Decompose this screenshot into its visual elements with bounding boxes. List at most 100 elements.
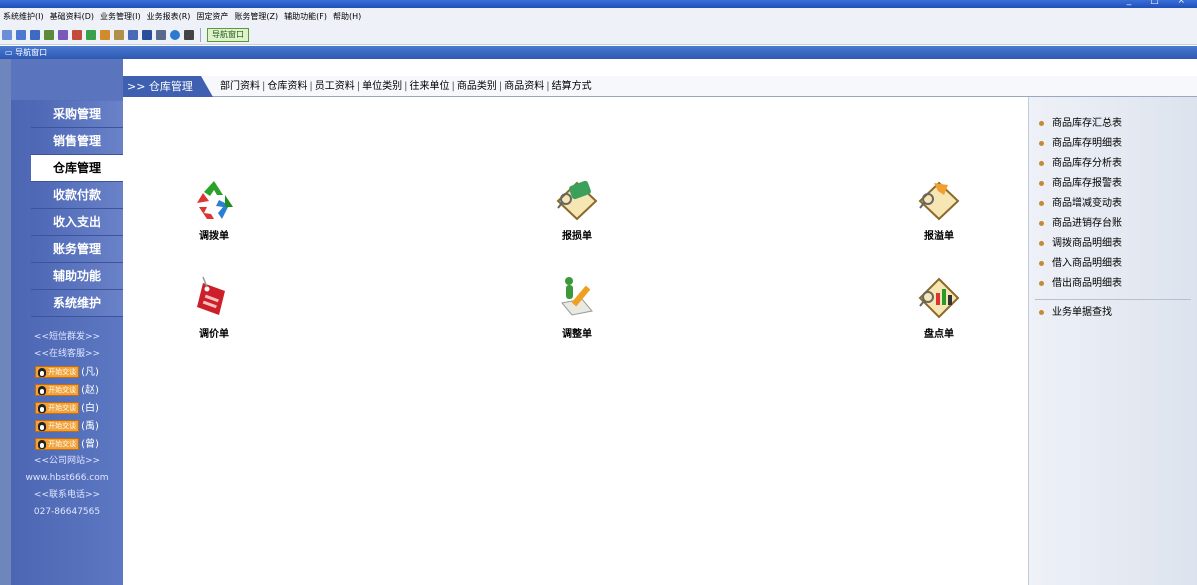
qq-chat-button[interactable]: 开始交谈 [35,384,80,396]
edit-icon[interactable] [114,29,124,40]
help-icon[interactable] [170,29,180,40]
report-link[interactable]: 商品库存汇总表 [1039,114,1122,134]
menu-item-basic-data[interactable]: 基础资料(D) [50,11,94,22]
sidebar-item-aux[interactable]: 辅助功能 [31,263,123,290]
separator: | [262,81,266,92]
overflow-report-label: 报溢单 [924,231,954,242]
support-link[interactable]: <<在线客服>> [11,346,123,363]
sidebar-item-warehouse[interactable]: 仓库管理 [31,155,123,182]
divider [1035,299,1191,300]
damage-report-icon [552,175,602,225]
money-icon[interactable] [86,29,96,40]
damage-report-label: 报损单 [562,231,592,242]
inventory-check-icon [914,273,964,323]
report-link[interactable]: 商品库存报警表 [1039,174,1122,194]
menu-item-accounts[interactable]: 账务管理(Z) [234,11,278,22]
price-tag-icon [189,273,239,323]
nav-window-button[interactable]: 导航窗口 [207,27,249,42]
link-partners[interactable]: 往来单位 [410,76,450,97]
sidebar-links: <<短信群发>> <<在线客服>> 开始交谈 (凡) 开始交谈 (赵) 开始交谈 (白… [11,329,123,521]
bullet-icon [1039,280,1044,286]
menu-item-help[interactable]: 帮助(H) [333,11,361,22]
link-departments[interactable]: 部门资料 [220,76,260,97]
qq-contact-name: (曾) [81,438,99,450]
bullet-icon [1039,180,1044,186]
adjustment-order-label: 调整单 [562,329,592,340]
bullet-icon [1039,160,1044,166]
website-link[interactable]: www.hbst666.com [11,470,123,487]
list-icon[interactable] [44,29,54,40]
save-icon[interactable] [142,29,152,40]
link-products[interactable]: 商品资料 [504,76,544,97]
qq-chat-button[interactable]: 开始交谈 [35,402,80,414]
report-link[interactable]: 调拨商品明细表 [1039,234,1122,254]
report-link[interactable]: 商品增减变动表 [1039,194,1122,214]
sidebar-item-accounts[interactable]: 账务管理 [31,236,123,263]
report-link[interactable]: 商品库存明细表 [1039,134,1122,154]
open-icon[interactable] [16,29,26,40]
menu-item-aux[interactable]: 辅助功能(F) [284,11,327,22]
breadcrumb: >> 仓库管理 部门资料 | 仓库资料 | 员工资料 | 单位类别 | 往来单位 | 商品… [123,76,1197,97]
qq-contact[interactable]: 开始交谈 (曾) [11,435,123,453]
separator: | [309,81,313,92]
document-search-link[interactable]: 业务单据查找 [1039,303,1112,323]
transfer-order-label: 调拨单 [199,231,229,242]
tool-icon[interactable] [72,29,82,40]
link-settlement[interactable]: 结算方式 [552,76,592,97]
sidebar-item-sales[interactable]: 销售管理 [31,128,123,155]
menu-item-system[interactable]: 系统维护(I) [3,11,44,22]
menu-bar: 系统维护(I) 基础资料(D) 业务管理(I) 业务报表(R) 固定资产 账务管… [0,8,1197,25]
qq-penguin-icon [38,421,47,431]
title-bar: _ □ × [0,0,1197,8]
users-icon[interactable] [100,29,110,40]
window-controls[interactable]: _ □ × [1127,0,1193,6]
overflow-report-button[interactable]: 报溢单 [899,175,979,242]
qq-contact[interactable]: 开始交谈 (禹) [11,417,123,435]
link-unit-categories[interactable]: 单位类别 [362,76,402,97]
report-link[interactable]: 借出商品明细表 [1039,274,1122,294]
exit-icon[interactable] [184,29,194,40]
bullet-icon [1039,240,1044,246]
report-link[interactable]: 借入商品明细表 [1039,254,1122,274]
toolbar-separator [200,27,201,42]
sms-link[interactable]: <<短信群发>> [11,329,123,346]
adjustment-order-button[interactable]: 调整单 [537,273,617,340]
link-employees[interactable]: 员工资料 [315,76,355,97]
separator: | [546,81,550,92]
menu-item-fixed-assets[interactable]: 固定资产 [196,11,228,22]
transfer-order-button[interactable]: 调拨单 [174,175,254,242]
qq-contact-name: (白) [81,402,99,414]
qq-chat-button[interactable]: 开始交谈 [35,438,80,450]
separator: | [404,81,408,92]
report-list: 商品库存汇总表 商品库存明细表 商品库存分析表 商品库存报警表 商品增减变动表 … [1039,114,1122,294]
sidebar-item-income-expense[interactable]: 收入支出 [31,209,123,236]
report-icon[interactable] [58,29,68,40]
print-icon[interactable] [156,29,166,40]
menu-item-business[interactable]: 业务管理(I) [100,11,141,22]
toolbar: 导航窗口 [0,25,1197,45]
qq-contact[interactable]: 开始交谈 (赵) [11,381,123,399]
adjust-form-icon [552,273,602,323]
qq-chat-button[interactable]: 开始交谈 [35,366,80,378]
sidebar-item-system[interactable]: 系统维护 [31,290,123,317]
qq-contact[interactable]: 开始交谈 (凡) [11,363,123,381]
stocktake-button[interactable]: 盘点单 [899,273,979,340]
bullet-icon [1039,120,1044,126]
price-adjust-button[interactable]: 调价单 [174,273,254,340]
sidebar-item-purchase[interactable]: 采购管理 [31,101,123,128]
qq-chat-button[interactable]: 开始交谈 [35,420,80,432]
link-product-categories[interactable]: 商品类别 [457,76,497,97]
new-icon[interactable] [2,29,12,40]
report-link[interactable]: 商品进销存台账 [1039,214,1122,234]
mail-icon[interactable] [128,29,138,40]
doc-icon[interactable] [30,29,40,40]
separator: | [498,81,503,92]
qq-contact[interactable]: 开始交谈 (白) [11,399,123,417]
menu-item-reports[interactable]: 业务报表(R) [147,11,191,22]
report-link[interactable]: 商品库存分析表 [1039,154,1122,174]
sidebar-item-payments[interactable]: 收款付款 [31,182,123,209]
recycle-icon [189,175,239,225]
separator: | [451,81,455,92]
damage-report-button[interactable]: 报损单 [537,175,617,242]
link-warehouses[interactable]: 仓库资料 [267,76,307,97]
